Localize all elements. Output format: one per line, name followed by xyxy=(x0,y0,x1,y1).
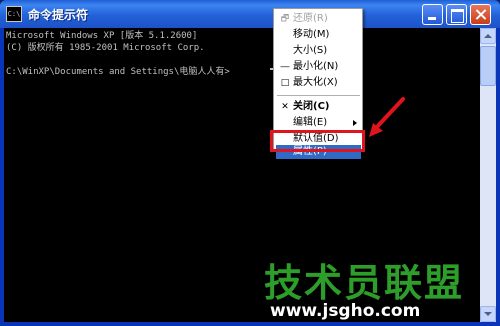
console-prompt-line: C:\WinXP\Documents and Settings\电脑人人有> xyxy=(6,67,230,77)
menu-item-minimize[interactable]: ― 最小化(N) xyxy=(276,59,361,75)
minimize-button[interactable] xyxy=(422,4,443,25)
menu-item-restore[interactable]: 🗗 还原(R) xyxy=(276,11,361,27)
window-border-right xyxy=(496,28,500,326)
menu-item-maximize[interactable]: □ 最大化(X) xyxy=(276,75,361,91)
maximize-button[interactable] xyxy=(446,4,467,25)
menu-item-edit[interactable]: 编辑(E) xyxy=(276,115,361,131)
menu-item-size[interactable]: 大小(S) xyxy=(276,43,361,59)
site-watermark-logo: 技术员联盟 xyxy=(264,261,465,305)
annotation-highlight-box xyxy=(270,130,365,152)
vertical-scrollbar[interactable] xyxy=(480,28,496,322)
title-bar[interactable]: C:\ 命令提示符 xyxy=(0,0,500,28)
annotation-arrow-icon xyxy=(369,97,405,137)
close-icon: ✕ xyxy=(281,102,289,112)
menu-item-move[interactable]: 移动(M) xyxy=(276,27,361,43)
menu-item-close[interactable]: ✕ 关闭(C) xyxy=(276,99,361,115)
scrollbar-thumb[interactable] xyxy=(480,46,496,86)
cmd-app-icon[interactable]: C:\ xyxy=(6,6,22,22)
restore-icon: 🗗 xyxy=(280,14,290,24)
scroll-up-arrow-icon[interactable] xyxy=(480,28,496,44)
console-line: (C) 版权所有 1985-2001 Microsoft Corp. xyxy=(6,43,205,53)
maximize-icon: □ xyxy=(280,78,290,88)
menu-separator xyxy=(277,95,360,96)
window-border-bottom xyxy=(0,322,500,326)
close-button[interactable] xyxy=(470,4,491,25)
console-line: Microsoft Windows XP [版本 5.1.2600] xyxy=(6,31,198,41)
submenu-arrow-icon xyxy=(353,120,357,126)
window-border-left xyxy=(0,28,4,326)
window-title: 命令提示符 xyxy=(28,8,89,22)
minimize-icon: ― xyxy=(280,62,290,72)
site-watermark-url: www.jsgho.com xyxy=(270,301,421,321)
